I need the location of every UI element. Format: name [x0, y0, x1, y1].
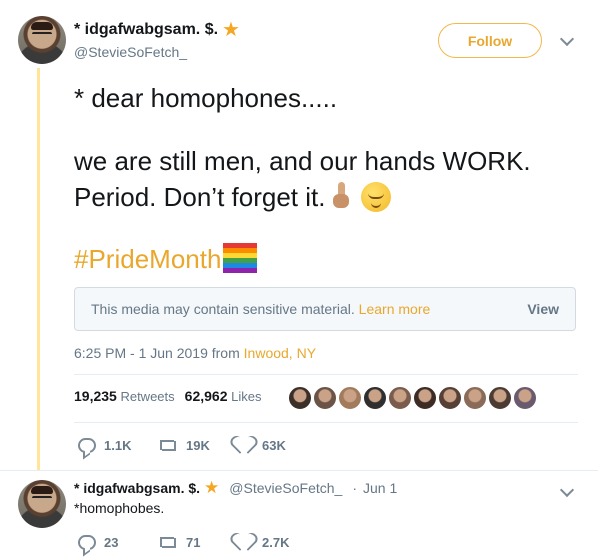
divider [0, 470, 598, 471]
retweets-count: 19,235 [74, 388, 117, 404]
reply-handle[interactable]: @StevieSoFetch_ [229, 480, 342, 496]
reply-text: *homophobes. [74, 500, 165, 516]
retweet-icon [158, 535, 178, 549]
hair-shape [31, 486, 53, 494]
heart-icon [236, 437, 254, 453]
likes-stat[interactable]: 62,962 Likes [185, 388, 262, 404]
tweet-line-3: Period. Don’t forget it. [74, 182, 326, 212]
likes-label: Likes [231, 389, 262, 404]
reply-actions: 23 71 2.7K [78, 534, 289, 550]
reply-icon [78, 534, 96, 550]
reply-action[interactable]: 23 [78, 534, 158, 550]
tweet-line-3-row: Period. Don’t forget it. [74, 179, 392, 215]
divider [74, 422, 578, 423]
reply-action[interactable]: 1.1K [78, 437, 158, 453]
liker-avatar[interactable] [438, 386, 462, 410]
liker-avatar[interactable] [513, 386, 537, 410]
retweet-icon [158, 438, 178, 452]
liker-avatars [288, 386, 537, 410]
like-count: 63K [262, 437, 286, 453]
engagement-stats: 19,235 Retweets 62,962 Likes [74, 388, 271, 404]
reply-reply-count: 23 [104, 534, 119, 550]
view-button[interactable]: View [527, 301, 559, 317]
author-name-row[interactable]: * idgafwabgsam. $. ★ [74, 20, 240, 40]
tweet-line-2: we are still men, and our hands WORK. [74, 146, 531, 176]
hair-shape [31, 22, 53, 30]
reply-like-count: 2.7K [262, 534, 290, 550]
star-icon: ★ [222, 19, 240, 41]
reply-icon [78, 437, 96, 453]
reply-separator: · [352, 479, 358, 496]
glasses-shape [32, 496, 52, 501]
liker-avatar[interactable] [338, 386, 362, 410]
reply-header: * idgafwabgsam. $. ★ @StevieSoFetch_ · J… [74, 479, 397, 496]
retweet-count: 19K [186, 437, 210, 453]
retweets-label: Retweets [120, 389, 175, 404]
sensitive-text: This media may contain sensitive materia… [91, 301, 355, 317]
retweet-action[interactable]: 19K [158, 438, 236, 453]
chevron-down-icon[interactable] [559, 31, 575, 47]
liker-avatar[interactable] [388, 386, 412, 410]
tweet-actions: 1.1K 19K 63K [78, 437, 286, 453]
rainbow-flag-icon [223, 243, 258, 273]
retweet-action[interactable]: 71 [158, 535, 236, 550]
chevron-down-icon[interactable] [559, 482, 575, 498]
heart-icon [236, 534, 254, 550]
follow-button[interactable]: Follow [438, 23, 542, 58]
hashtag-link[interactable]: #PrideMonth [74, 244, 221, 274]
avatar[interactable] [18, 16, 66, 64]
like-action[interactable]: 2.7K [236, 534, 289, 550]
reply-display-name[interactable]: * idgafwabgsam. $. [74, 480, 200, 496]
liker-avatar[interactable] [363, 386, 387, 410]
glasses-shape [32, 32, 52, 37]
sensitive-media-notice: This media may contain sensitive materia… [74, 287, 576, 331]
reply-count: 1.1K [104, 437, 132, 453]
reply-date[interactable]: Jun 1 [363, 480, 397, 496]
reply-retweet-count: 71 [186, 534, 201, 550]
learn-more-link[interactable]: Learn more [359, 301, 431, 317]
liker-avatar[interactable] [288, 386, 312, 410]
location-link[interactable]: Inwood, NY [244, 345, 316, 361]
handle[interactable]: @StevieSoFetch_ [74, 44, 187, 60]
liker-avatar[interactable] [463, 386, 487, 410]
thread-line [37, 68, 40, 470]
divider [74, 374, 578, 375]
reply-avatar[interactable] [18, 480, 66, 528]
sensitive-message: This media may contain sensitive materia… [91, 301, 430, 317]
hashtag-row: #PrideMonth [74, 241, 258, 277]
likes-count: 62,962 [184, 388, 228, 404]
timestamp-row: 6:25 PM - 1 Jun 2019 from Inwood, NY [74, 345, 316, 361]
liker-avatar[interactable] [313, 386, 337, 410]
liker-avatar[interactable] [413, 386, 437, 410]
pointing-finger-emoji-icon [331, 180, 351, 210]
like-action[interactable]: 63K [236, 437, 286, 453]
display-name[interactable]: * idgafwabgsam. $. [74, 21, 218, 39]
relieved-face-emoji-icon [361, 182, 392, 212]
retweets-stat[interactable]: 19,235 Retweets [74, 388, 175, 404]
timestamp[interactable]: 6:25 PM - 1 Jun 2019 from [74, 345, 240, 361]
tweet-line-1: * dear homophones..... [74, 83, 338, 113]
liker-avatar[interactable] [488, 386, 512, 410]
star-icon: ★ [204, 478, 220, 497]
